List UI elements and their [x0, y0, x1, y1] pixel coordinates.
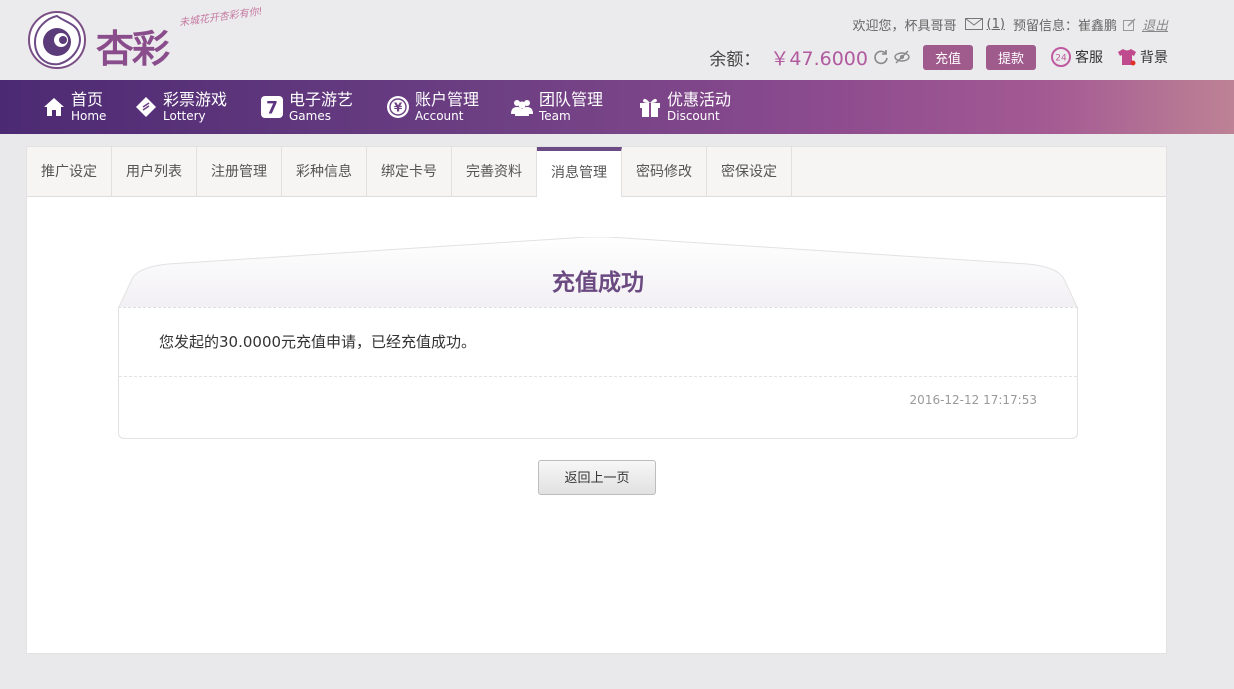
divider [118, 307, 1078, 308]
reserved-info-value: 崔鑫鹏 [1077, 18, 1117, 34]
message-card: 您发起的30.0000元充值申请，已经充值成功。 2016-12-12 17:1… [118, 307, 1078, 439]
nav-label-en: Games [289, 109, 331, 123]
customer-service-link[interactable]: 24 客服 [1050, 46, 1103, 68]
nav-label-en: Discount [667, 109, 720, 123]
sub-tabs: 推广设定 用户列表 注册管理 彩种信息 绑定卡号 完善资料 消息管理 密码修改 … [27, 147, 1166, 197]
tab-security[interactable]: 密保设定 [707, 147, 792, 196]
nav-label-zh: 优惠活动 [667, 90, 732, 109]
nav-label-en: Home [71, 109, 107, 123]
tab-profile[interactable]: 完善资料 [452, 147, 537, 196]
tshirt-icon [1118, 49, 1136, 66]
tab-messages[interactable]: 消息管理 [537, 147, 622, 197]
ticket-icon [136, 97, 156, 117]
nav-label-en: Lottery [163, 109, 206, 123]
nav-label-zh: 账户管理 [415, 90, 480, 109]
svg-text:7: 7 [266, 99, 278, 119]
gift-icon [640, 98, 660, 117]
customer-service-label: 客服 [1075, 50, 1103, 66]
refresh-icon[interactable] [873, 49, 889, 65]
background-link[interactable]: 背景 [1117, 47, 1168, 67]
nav-label-zh: 首页 [71, 90, 104, 109]
nav-item-discount[interactable]: 优惠活动 Discount [638, 90, 731, 124]
background-label: 背景 [1140, 50, 1168, 66]
tab-lottery-info[interactable]: 彩种信息 [282, 147, 367, 196]
nav-item-team[interactable]: 团队管理 Team [510, 90, 603, 124]
brand-slogan: 未城花开杏彩有你! [178, 6, 264, 29]
hide-balance-icon[interactable] [894, 49, 910, 65]
users-icon [511, 100, 533, 116]
mail-count-link[interactable]: (1) [987, 17, 1005, 32]
tab-promotion[interactable]: 推广设定 [27, 147, 112, 196]
nav-label-zh: 电子游艺 [289, 90, 354, 109]
tab-password[interactable]: 密码修改 [622, 147, 707, 196]
seven-icon: 7 [261, 96, 283, 119]
nav-label-zh: 彩票游戏 [163, 90, 228, 109]
yen-coin-icon: ¥ [387, 96, 409, 118]
tab-bind-card[interactable]: 绑定卡号 [367, 147, 452, 196]
nav-label-en: Account [415, 109, 464, 123]
home-icon [44, 98, 64, 116]
logout-link[interactable]: 退出 [1142, 15, 1168, 34]
withdraw-button[interactable]: 提款 [985, 44, 1036, 70]
message-title: 充值成功 [552, 270, 644, 296]
username: 杯具哥哥 [904, 18, 957, 34]
nav-item-account[interactable]: ¥ 账户管理 Account [386, 90, 479, 124]
header: 杏彩 未城花开杏彩有你! 欢迎您， 杯具哥哥 (1) 预留信息： 崔鑫鹏 退出 … [0, 0, 1234, 80]
svg-text:¥: ¥ [394, 101, 403, 115]
tab-user-list[interactable]: 用户列表 [112, 147, 197, 196]
nav-item-games[interactable]: 7 电子游艺 Games [260, 90, 353, 124]
headset-24-icon: 24 [1051, 47, 1071, 67]
message-body: 您发起的30.0000元充值申请，已经充值成功。 [159, 333, 477, 351]
edit-icon[interactable] [1122, 17, 1136, 31]
account-bar: 余额： ￥47.6000 充值 提款 24 客服 背景 [709, 44, 1168, 70]
tab-registration[interactable]: 注册管理 [197, 147, 282, 196]
nav-item-home[interactable]: 首页 Home [42, 90, 106, 124]
message-timestamp: 2016-12-12 17:17:53 [909, 393, 1037, 407]
welcome-text: 欢迎您， [852, 18, 905, 34]
svg-text:24: 24 [1055, 54, 1067, 64]
balance-value: ￥47.6000 [770, 47, 868, 70]
brand-name: 杏彩 [96, 26, 170, 71]
balance-label: 余额： [709, 49, 761, 70]
nav-label-zh: 团队管理 [539, 90, 604, 109]
content-panel: 推广设定 用户列表 注册管理 彩种信息 绑定卡号 完善资料 消息管理 密码修改 … [26, 146, 1167, 654]
main-nav: 首页 Home 彩票游戏 Lottery 7 电子游艺 Games ¥ 账户管理 Acc… [0, 80, 1234, 134]
nav-item-lottery[interactable]: 彩票游戏 Lottery [134, 90, 227, 124]
recharge-button[interactable]: 充值 [922, 44, 973, 70]
divider [119, 376, 1077, 377]
mail-icon[interactable] [964, 18, 983, 30]
nav-label-en: Team [539, 109, 571, 123]
back-button[interactable]: 返回上一页 [538, 460, 656, 495]
reserved-info-label: 预留信息： [1012, 18, 1078, 34]
user-info-bar: 欢迎您， 杯具哥哥 (1) 预留信息： 崔鑫鹏 退出 [853, 14, 1169, 34]
brand-logo-icon[interactable] [27, 10, 87, 70]
